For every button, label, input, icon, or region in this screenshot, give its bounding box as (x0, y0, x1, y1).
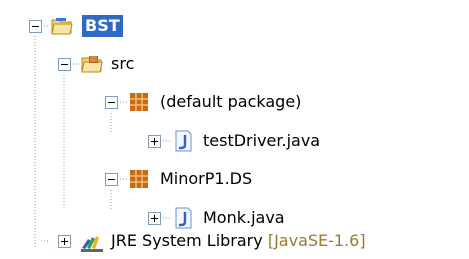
project-folder-icon (51, 18, 73, 35)
tree-node-default-package[interactable]: (default package) (0, 84, 469, 120)
package-icon (130, 170, 148, 188)
library-version-decoration: [JavaSE-1.6] (267, 231, 366, 250)
tree-node-test-driver-java[interactable]: testDriver.java (0, 123, 469, 159)
collapse-toggle-bst[interactable] (29, 20, 42, 33)
tree-node-src[interactable]: src (0, 46, 469, 82)
library-name: JRE System Library (111, 231, 263, 250)
collapse-toggle-default-package[interactable] (105, 96, 118, 109)
expand-toggle-jre-system-library[interactable] (58, 235, 71, 248)
collapse-toggle-minorp1-ds[interactable] (105, 173, 118, 186)
package-explorer-tree: BST src (default package) testDriver.jav… (0, 0, 469, 252)
java-file-icon (175, 130, 192, 152)
package-icon (130, 93, 148, 111)
source-folder-icon (81, 56, 103, 73)
tree-label-minorp1-ds: MinorP1.DS (160, 169, 253, 188)
tree-node-minorp1-ds[interactable]: MinorP1.DS (0, 161, 469, 197)
expand-toggle-test-driver-java[interactable] (148, 135, 161, 148)
tree-label-test-driver-java: testDriver.java (203, 131, 321, 150)
tree-label-jre-system-library: JRE System Library [JavaSE-1.6] (111, 230, 366, 252)
collapse-toggle-src[interactable] (58, 58, 71, 71)
tree-node-bst[interactable]: BST (0, 8, 469, 44)
library-icon (81, 236, 103, 252)
tree-node-jre-system-library[interactable]: JRE System Library [JavaSE-1.6] (0, 223, 469, 259)
tree-label-bst: BST (82, 15, 123, 37)
tree-label-default-package: (default package) (160, 92, 302, 111)
tree-label-src: src (111, 54, 135, 73)
